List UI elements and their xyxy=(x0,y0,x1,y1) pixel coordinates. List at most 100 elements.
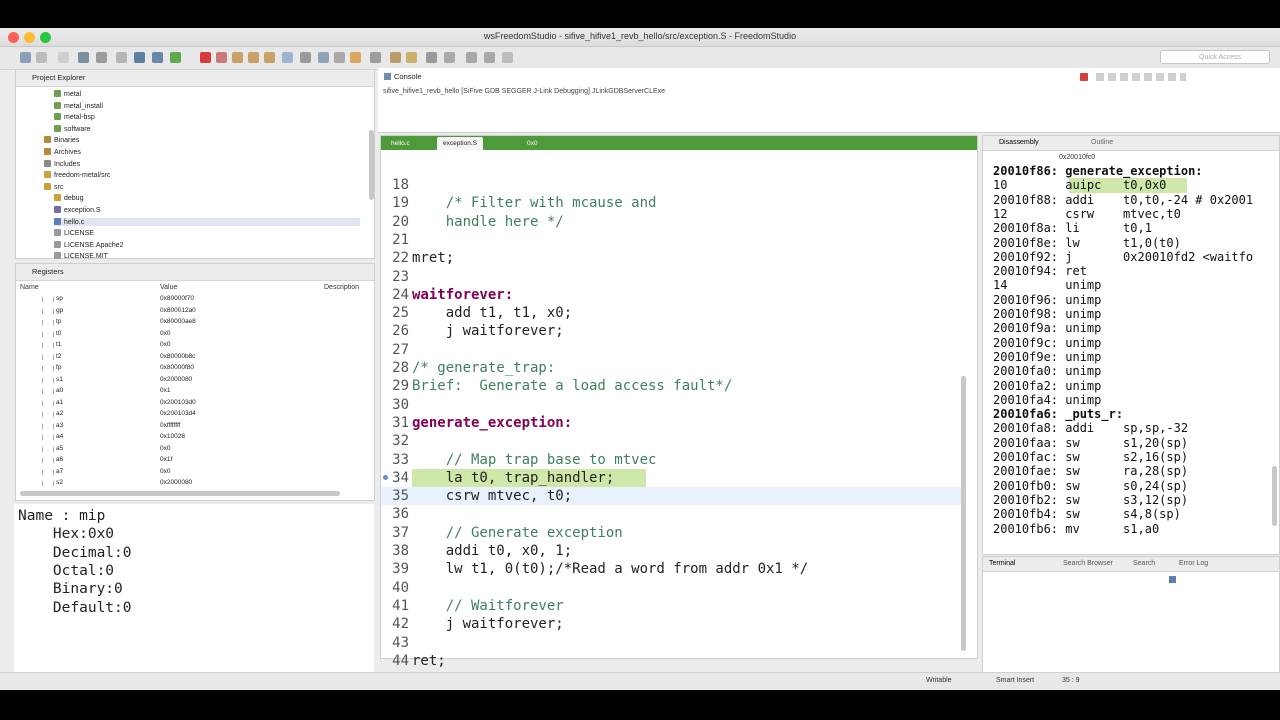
step-into-icon[interactable] xyxy=(232,52,243,63)
gear-icon[interactable] xyxy=(78,52,89,63)
step-over-icon[interactable] xyxy=(248,52,259,63)
console-toggle-icon[interactable] xyxy=(318,52,329,63)
skip-breakpoints-icon[interactable] xyxy=(134,52,145,63)
tab-hello-c[interactable]: hello.c xyxy=(385,137,416,150)
console-toolbar-icons[interactable] xyxy=(1096,73,1186,81)
editor-scrollbar[interactable] xyxy=(961,376,966,651)
disassembly-line[interactable]: 12 csrw mtvec,t0 xyxy=(993,207,1181,221)
new-icon[interactable] xyxy=(20,52,31,63)
code-editor[interactable]: hello.c exception.S 0x0 18 19 /* Filter w… xyxy=(380,135,978,687)
build-icon[interactable] xyxy=(96,52,107,63)
history-icon[interactable] xyxy=(502,52,513,63)
disassembly-line[interactable]: 20010f96: unimp xyxy=(993,293,1101,307)
register-row[interactable]: s2 0x2000080 xyxy=(16,478,364,490)
terminate-console-icon[interactable] xyxy=(1080,73,1088,81)
register-row[interactable]: a6 0x1f xyxy=(16,455,364,467)
register-row[interactable]: gp 0x800012a0 xyxy=(16,306,364,318)
disassembly-line[interactable]: 20010fa8: addi sp,sp,-32 xyxy=(993,421,1188,435)
disassembly-line[interactable]: 20010fae: sw ra,28(sp) xyxy=(993,464,1188,478)
disassembly-line[interactable]: 20010f9c: unimp xyxy=(993,336,1101,350)
disassembly-line[interactable]: 20010fa6: _puts_r: xyxy=(993,407,1123,421)
disassembly-line[interactable]: 20010fb6: mv s1,a0 xyxy=(993,522,1159,536)
disassembly-line[interactable]: 20010f88: addi t0,t0,-24 # 0x2001 xyxy=(993,193,1253,207)
code-line[interactable]: 36 xyxy=(381,505,961,523)
code-line[interactable]: 20 handle here */ xyxy=(381,213,961,231)
code-line[interactable]: 28/* generate_trap: xyxy=(381,359,961,377)
register-row[interactable]: tp 0x80000ae8 xyxy=(16,317,364,329)
project-tree-item[interactable]: Binaries xyxy=(44,136,79,144)
project-tree-item[interactable]: debug xyxy=(54,194,83,202)
code-line[interactable]: 21 xyxy=(381,231,961,249)
code-line[interactable]: 26 j waitforever; xyxy=(381,322,961,340)
disassembly-line[interactable]: 20010f9e: unimp xyxy=(993,350,1101,364)
disassembly-line[interactable]: 10 auipc t0,0x0 xyxy=(993,178,1279,193)
disassembly-line[interactable]: 20010f8e: lw t1,0(t0) xyxy=(993,236,1181,250)
project-tree-item[interactable]: hello.c xyxy=(54,217,360,226)
tab-terminal[interactable]: Terminal xyxy=(989,557,1015,571)
code-line[interactable]: 33 // Map trap base to mtvec xyxy=(381,451,961,469)
project-explorer-scrollbar[interactable] xyxy=(369,130,374,200)
pencil-icon[interactable] xyxy=(406,52,417,63)
code-line[interactable]: 35 csrw mtvec, t0; xyxy=(381,487,961,506)
tab-search-browser[interactable]: Search Browser xyxy=(1063,557,1113,571)
register-row[interactable]: a5 0x0 xyxy=(16,444,364,456)
code-line[interactable]: 25 add t1, t1, x0; xyxy=(381,304,961,322)
tab-error-log[interactable]: Error Log xyxy=(1179,557,1208,571)
disassembly-line[interactable]: 20010f92: j 0x20010fd2 <waitfo xyxy=(993,250,1253,264)
project-tree-item[interactable]: Archives xyxy=(44,148,81,156)
save-icon[interactable] xyxy=(36,52,47,63)
code-line[interactable]: 29 Brief: Generate a load access fault*/ xyxy=(381,377,961,395)
tab-disassembly[interactable]: Disassembly xyxy=(999,136,1039,150)
code-line[interactable]: 40 xyxy=(381,579,961,597)
code-line[interactable]: 30 xyxy=(381,396,961,414)
register-row[interactable]: a3 0xffffffff xyxy=(16,421,364,433)
console-tab[interactable]: Console xyxy=(384,72,422,81)
register-row[interactable]: t2 0x80000b8c xyxy=(16,352,364,364)
tab-search[interactable]: Search xyxy=(1133,557,1155,571)
debug-config-icon[interactable] xyxy=(116,52,127,63)
register-row[interactable]: a2 0x200103d4 xyxy=(16,409,364,421)
register-row[interactable]: a7 0x0 xyxy=(16,467,364,479)
disassembly-line[interactable]: 20010fa0: unimp xyxy=(993,364,1101,378)
code-line[interactable]: 43 xyxy=(381,634,961,652)
project-tree-item[interactable]: freedom-metal/src xyxy=(44,171,110,179)
disassembly-line[interactable]: 20010fb2: sw s3,12(sp) xyxy=(993,493,1188,507)
register-row[interactable]: sp 0x80000f70 xyxy=(16,294,364,306)
register-row[interactable]: t0 0x0 xyxy=(16,329,364,341)
save-all-icon[interactable] xyxy=(58,52,69,63)
disconnect-icon[interactable] xyxy=(216,52,227,63)
code-line[interactable]: 44 ret; xyxy=(381,652,961,670)
search-tools-icon[interactable] xyxy=(370,52,381,63)
disassembly-line[interactable]: 20010fa2: unimp xyxy=(993,379,1101,393)
pin-icon[interactable] xyxy=(444,52,455,63)
forward-icon[interactable] xyxy=(484,52,495,63)
project-tree-item[interactable]: metal xyxy=(54,90,81,98)
project-tree-item[interactable]: exception.S xyxy=(54,206,101,214)
register-row[interactable]: s1 0x2000080 xyxy=(16,375,364,387)
disassembly-line[interactable]: 20010fb4: sw s4,8(sp) xyxy=(993,507,1181,521)
registers-tab[interactable]: Registers xyxy=(16,264,374,281)
code-line[interactable]: 34 la t0, trap_handler; xyxy=(381,468,961,488)
project-tree-item[interactable]: software xyxy=(54,124,90,133)
register-row[interactable]: a0 0x1 xyxy=(16,386,364,398)
project-tree-item[interactable]: metal-bsp xyxy=(54,113,95,121)
code-line[interactable]: 22 mret; xyxy=(381,249,961,267)
terminate-icon[interactable] xyxy=(200,52,211,63)
disassembly-address-input[interactable]: 0x20010fc0 xyxy=(1059,153,1161,163)
disassembly-line[interactable]: 20010f86: generate_exception: xyxy=(993,164,1203,178)
code-line[interactable]: 31 generate_exception: xyxy=(381,414,961,432)
project-tree-item[interactable]: src xyxy=(44,182,63,191)
register-row[interactable]: a4 0x10028 xyxy=(16,432,364,444)
register-row[interactable]: t1 0x0 xyxy=(16,340,364,352)
tab-exception-s[interactable]: exception.S xyxy=(437,137,483,150)
quick-access-input[interactable]: Quick Access xyxy=(1160,50,1270,64)
disassembly-line[interactable]: 20010fb0: sw s0,24(sp) xyxy=(993,479,1188,493)
disassembly-line[interactable]: 20010fac: sw s2,16(sp) xyxy=(993,450,1188,464)
code-line[interactable]: 37 // Generate exception xyxy=(381,524,961,542)
code-line[interactable]: 27 xyxy=(381,341,961,359)
project-tree-item[interactable]: LICENSE.Apache2 xyxy=(54,240,124,249)
highlight-icon[interactable] xyxy=(350,52,361,63)
disassembly-line[interactable]: 20010faa: sw s1,20(sp) xyxy=(993,436,1188,450)
project-tree-item[interactable]: LICENSE xyxy=(54,229,94,237)
register-row[interactable]: fp 0x80000f80 xyxy=(16,363,364,375)
